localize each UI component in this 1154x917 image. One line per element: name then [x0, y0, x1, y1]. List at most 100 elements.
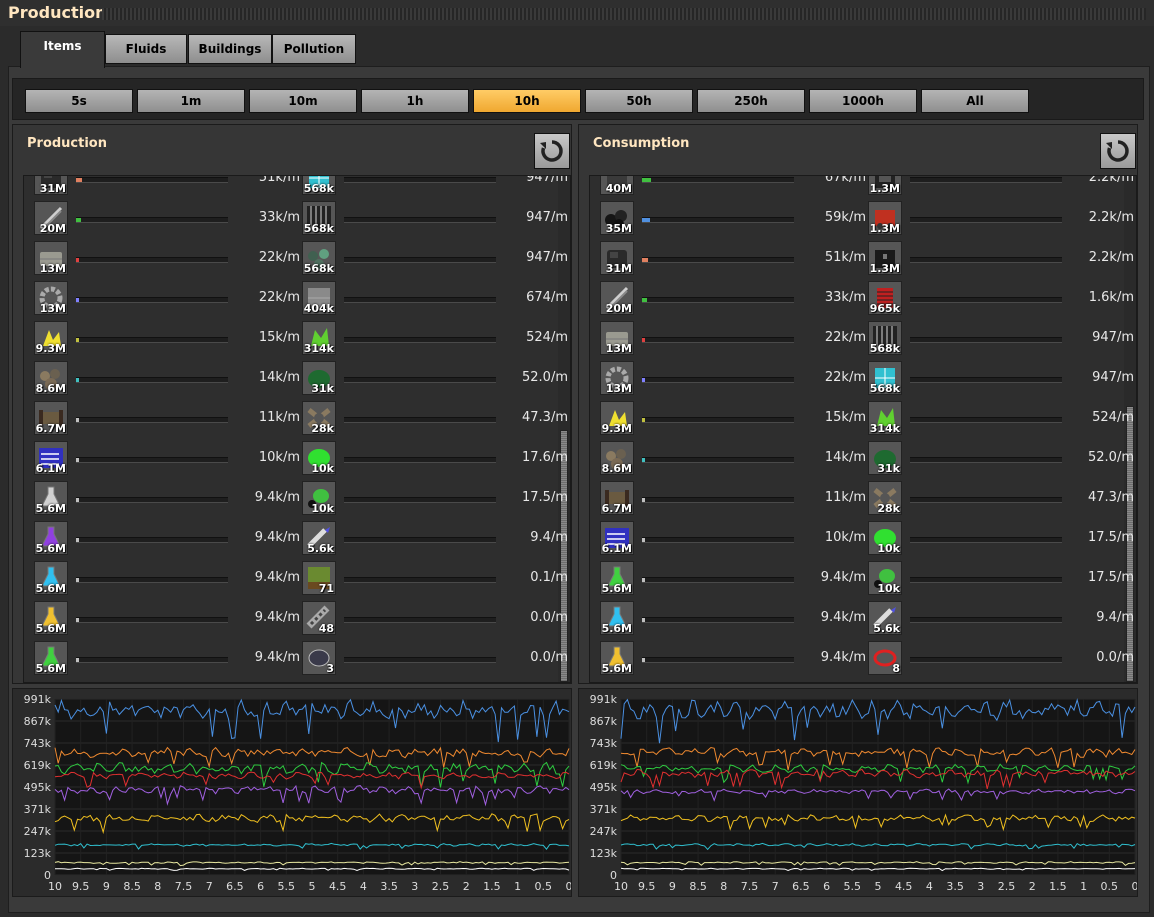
time-button-10h[interactable]: 10h	[473, 89, 581, 113]
coal-icon[interactable]: 31M	[34, 176, 68, 195]
tab-buildings[interactable]: Buildings	[188, 34, 272, 64]
red-coil-icon[interactable]: 965k	[868, 281, 902, 315]
list-item[interactable]: 314k 524/m	[858, 398, 1134, 438]
tab-fluids[interactable]: Fluids	[105, 34, 187, 64]
list-item[interactable]: 568k 947/m	[292, 198, 568, 238]
tab-pollution[interactable]: Pollution	[272, 34, 356, 64]
science-pack-cyan-icon[interactable]: 5.6M	[600, 601, 634, 635]
list-item[interactable]: 5.6k 9.4/m	[292, 518, 568, 558]
list-item[interactable]: 314k 524/m	[292, 318, 568, 358]
grenade-icon[interactable]: 10k	[302, 481, 336, 515]
pipe-icon[interactable]: 6.7M	[34, 401, 68, 435]
list-item[interactable]: 8 0.0/m	[858, 638, 1134, 678]
metal-plate-icon[interactable]: 404k	[302, 281, 336, 315]
list-item[interactable]: 31k 52.0/m	[292, 358, 568, 398]
stone-icon[interactable]: 40M	[600, 176, 634, 195]
science-pack-cyan-icon[interactable]: 5.6M	[34, 561, 68, 595]
belt-icon[interactable]: 48	[302, 601, 336, 635]
drag-handle[interactable]	[102, 8, 1146, 20]
green-blob-icon[interactable]: 10k	[868, 521, 902, 555]
list-item[interactable]: 10k 17.5/m	[858, 558, 1134, 598]
science-pack-yellow-icon[interactable]: 5.6M	[600, 641, 634, 675]
science-pack-purple-icon[interactable]: 5.6M	[34, 521, 68, 555]
coal-ore-icon[interactable]: 35M	[600, 201, 634, 235]
list-item[interactable]: 48 0.0/m	[292, 598, 568, 638]
sulfur-icon[interactable]: 9.3M	[34, 321, 68, 355]
module-cyan-icon[interactable]: 568k	[302, 176, 336, 195]
sulfur-icon[interactable]: 9.3M	[600, 401, 634, 435]
pipe-icon[interactable]: 6.7M	[600, 481, 634, 515]
consumption-item-list[interactable]: 40M 67k/m 1.3M 2.2k/m 35M 59k/m 1.3M 2.2k/m 31M 5…	[589, 175, 1137, 683]
production-scroll-thumb[interactable]	[560, 430, 568, 682]
tab-items[interactable]: Items	[20, 31, 105, 68]
list-item[interactable]: 568k 947/m	[858, 318, 1134, 358]
iron-gear-icon[interactable]: 13M	[34, 281, 68, 315]
gem-icon[interactable]: 3	[302, 641, 336, 675]
list-item[interactable]: 31k 52.0/m	[858, 438, 1134, 478]
red-wire-icon[interactable]: 8	[868, 641, 902, 675]
iron-rod-icon[interactable]: 20M	[600, 281, 634, 315]
rocket-icon[interactable]: 5.6k	[868, 601, 902, 635]
iron-rod-icon[interactable]: 20M	[34, 201, 68, 235]
list-item[interactable]: 1.3M 2.2k/m	[858, 198, 1134, 238]
grenade-icon[interactable]: 10k	[868, 561, 902, 595]
list-item[interactable]: 404k 674/m	[292, 278, 568, 318]
green-crystal-icon[interactable]: 314k	[868, 401, 902, 435]
list-item[interactable]: 28k 47.3/m	[858, 478, 1134, 518]
list-item[interactable]: 10k 17.5/m	[292, 478, 568, 518]
iron-grid-icon[interactable]: 568k	[868, 321, 902, 355]
circuit-icon[interactable]: 6.1M	[600, 521, 634, 555]
green-rock-icon[interactable]: 31k	[302, 361, 336, 395]
item-rate: 22k/m	[258, 250, 300, 265]
time-button-1h[interactable]: 1h	[361, 89, 469, 113]
list-item[interactable]: 965k 1.6k/m	[858, 278, 1134, 318]
furnace-icon[interactable]: 1.3M	[868, 176, 902, 195]
green-blob-icon[interactable]: 10k	[302, 441, 336, 475]
grass-tile-icon[interactable]: 71	[302, 561, 336, 595]
drill-icon[interactable]: 28k	[302, 401, 336, 435]
iron-gear-icon[interactable]: 13M	[600, 361, 634, 395]
green-crystal-icon[interactable]: 314k	[302, 321, 336, 355]
title-bar[interactable]: Production	[0, 0, 1154, 26]
iron-grid-icon[interactable]: 568k	[302, 201, 336, 235]
time-button-all[interactable]: All	[921, 89, 1029, 113]
science-pack-gray-icon[interactable]: 5.6M	[34, 481, 68, 515]
rocket-icon[interactable]: 5.6k	[302, 521, 336, 555]
time-button-5s[interactable]: 5s	[25, 89, 133, 113]
list-item[interactable]: 5.6k 9.4/m	[858, 598, 1134, 638]
production-reset-button[interactable]	[534, 133, 570, 169]
time-button-250h[interactable]: 250h	[697, 89, 805, 113]
list-item[interactable]: 71 0.1/m	[292, 558, 568, 598]
time-button-1m[interactable]: 1m	[137, 89, 245, 113]
consumption-reset-button[interactable]	[1100, 133, 1136, 169]
coal-icon[interactable]: 31M	[600, 241, 634, 275]
list-item[interactable]: 3 0.0/m	[292, 638, 568, 678]
copper-ore-icon[interactable]: 568k	[302, 241, 336, 275]
time-button-1000h[interactable]: 1000h	[809, 89, 917, 113]
list-item[interactable]: 1.3M 2.2k/m	[858, 238, 1134, 278]
red-engine-icon[interactable]: 1.3M	[868, 201, 902, 235]
science-pack-yellow-icon[interactable]: 5.6M	[34, 601, 68, 635]
list-item[interactable]: 28k 47.3/m	[292, 398, 568, 438]
stone-brick-icon[interactable]: 13M	[600, 321, 634, 355]
science-pack-green-icon[interactable]: 5.6M	[34, 641, 68, 675]
black-chest-icon[interactable]: 1.3M	[868, 241, 902, 275]
list-item[interactable]: 1.3M 2.2k/m	[858, 176, 1134, 198]
iron-ore-icon[interactable]: 8.6M	[34, 361, 68, 395]
stone-brick-icon[interactable]: 13M	[34, 241, 68, 275]
list-item[interactable]: 568k 947/m	[292, 238, 568, 278]
iron-ore-icon[interactable]: 8.6M	[600, 441, 634, 475]
production-item-list[interactable]: 31M 51k/m 568k 947/m 20M 33k/m 568k 947/m 13M 22k…	[23, 175, 571, 683]
x-tick-label: 7	[206, 880, 213, 893]
time-button-50h[interactable]: 50h	[585, 89, 693, 113]
green-rock-icon[interactable]: 31k	[868, 441, 902, 475]
drill-icon[interactable]: 28k	[868, 481, 902, 515]
time-button-10m[interactable]: 10m	[249, 89, 357, 113]
module-cyan-icon[interactable]: 568k	[868, 361, 902, 395]
list-item[interactable]: 10k 17.5/m	[858, 518, 1134, 558]
list-item[interactable]: 568k 947/m	[292, 176, 568, 198]
science-pack-green-icon[interactable]: 5.6M	[600, 561, 634, 595]
circuit-icon[interactable]: 6.1M	[34, 441, 68, 475]
list-item[interactable]: 568k 947/m	[858, 358, 1134, 398]
list-item[interactable]: 10k 17.6/m	[292, 438, 568, 478]
